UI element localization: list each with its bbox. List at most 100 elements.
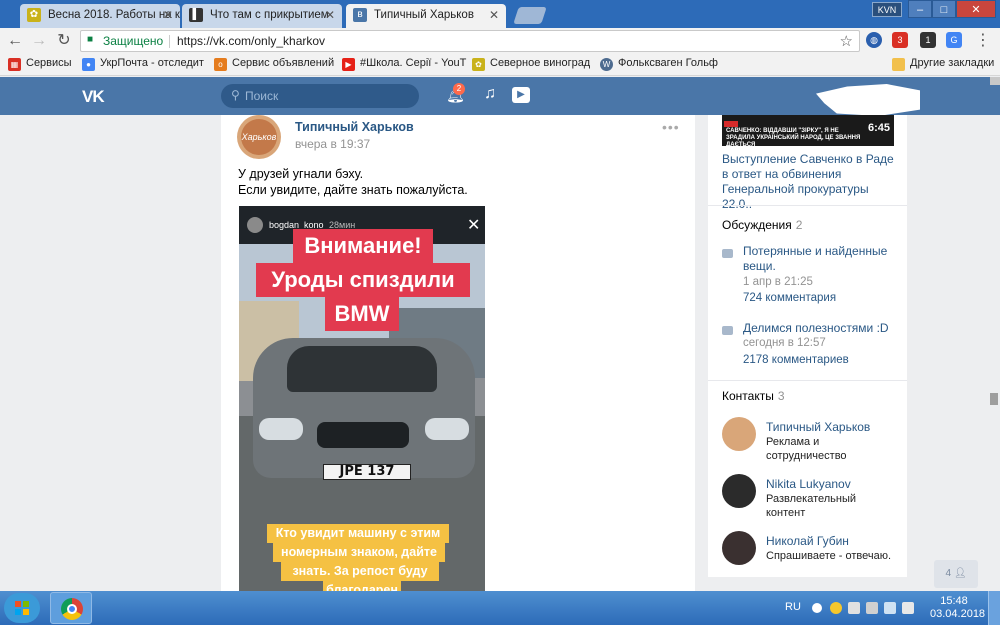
divider [708,380,907,381]
taskbar-chrome[interactable] [50,592,92,624]
avatar[interactable]: Харьков [237,115,281,159]
bookmarks-bar: ▦ Сервисы ● УкрПочта - отследит o Сервис об… [0,54,1000,76]
close-icon[interactable]: ✕ [325,4,335,26]
grape-icon: ✿ [472,58,485,71]
chrome-icon-center [67,604,77,614]
tray-network-icon[interactable] [884,602,896,614]
notification-badge: 2 [453,83,465,95]
live-tag [724,121,738,127]
profile-button[interactable]: KVN [872,2,902,17]
page-counter: 4 [945,568,952,579]
tray-arrow-icon[interactable] [812,603,822,613]
windows-logo-icon [15,609,21,615]
tray-volume-icon[interactable] [902,602,914,614]
discussion-comments[interactable]: 724 комментария [743,292,836,304]
search-icon: ● [82,58,95,71]
bookmark-star-icon[interactable]: ☆ [840,32,853,50]
extension-icon[interactable]: 1 [920,32,936,48]
music-icon[interactable]: ♫ [484,85,496,103]
section-label: Контакты [722,389,774,403]
bookmark-olx[interactable]: o Сервис объявлений [214,57,335,71]
video-thumbnail[interactable]: САВЧЕНКО: ВІДДАВШИ "ЗІРКУ", Я НЕ ЗРАДИЛА… [722,115,894,148]
bookmark-grape[interactable]: ✿ Северное виноград [472,57,590,71]
badge: 3 [897,35,903,45]
section-label: Обсуждения [722,218,792,232]
story-caption-yellow: номерным знаком, дайте [273,543,445,562]
windows-logo-icon [15,601,21,607]
post-author[interactable]: Типичный Харьков [295,120,414,134]
video-icon[interactable]: ▶ [512,87,530,103]
post-text-line: У друзей угнали бэху. [238,167,364,181]
bookmark-services[interactable]: ▦ Сервисы [8,57,72,71]
discussion-title[interactable]: Потерянные и найденные вещи. [743,244,893,274]
extension-icon[interactable]: 3 [892,32,908,48]
forward-icon[interactable]: → [30,32,48,50]
contact-desc: Развлекательный контент [766,493,857,519]
contact-name[interactable]: Nikita Lukyanov [766,477,851,491]
bookmark-label: Другие закладки [910,57,995,69]
bookmark-ukrposhta[interactable]: ● УкрПочта - отследит [82,57,204,71]
story-caption-yellow: благодарен [323,581,401,591]
scrollbar-up[interactable] [990,77,1000,85]
scrollbar-thumb[interactable] [990,393,998,405]
secure-label: Защищено [103,34,164,48]
tray-flag-icon[interactable] [848,602,860,614]
video-title[interactable]: Выступление Савченко в Раде в ответ на о… [722,152,898,212]
avatar[interactable] [722,474,756,508]
discussions-header[interactable]: Обсуждения 2 [722,218,802,232]
video-caption: САВЧЕНКО: ВІДДАВШИ "ЗІРКУ", Я НЕ ЗРАДИЛА… [726,128,861,148]
page-counter-button[interactable]: 4 👤︎ [934,560,978,588]
section-count: 3 [777,389,785,403]
contact-desc: Реклама и сотрудничество [766,436,847,462]
bookmark-label: Сервис объявлений [232,57,335,69]
avatar[interactable] [722,531,756,565]
new-tab-button[interactable] [513,7,547,24]
globe-extension-icon[interactable]: ◍ [866,32,882,48]
tab-prikrytie[interactable]: ▌ Что там с прикрытием ✕ [182,4,342,28]
bookmark-youtube[interactable]: ▶ #Школа. Серії - YouT [342,57,466,71]
search-input[interactable]: ⚲ Поиск [221,84,419,108]
story-caption-yellow: знать. За репост буду [281,562,439,581]
avatar[interactable] [722,417,756,451]
clock[interactable]: 15:48 03.04.2018 [930,595,985,621]
menu-icon[interactable]: ⋮ [974,32,992,50]
close-icon[interactable]: ✕ [489,4,499,26]
story-caption-red: Внимание! [293,229,433,263]
windows-logo-icon [23,609,29,615]
close-icon[interactable]: ✕ [163,4,173,26]
search-placeholder: Поиск [245,89,279,103]
vk-header: VK ⚲ Поиск 🔔︎ 2 ♫ ▶ [0,77,1000,116]
more-icon[interactable]: ••• [662,119,680,135]
language-indicator[interactable]: RU [785,601,801,613]
windows-logo-icon [23,601,29,607]
discussion-title[interactable]: Делимся полезностями :D [743,321,893,336]
tab-tipichny-kharkov[interactable]: в Типичный Харьков ✕ [346,4,506,28]
maximize-button[interactable]: □ [932,0,956,18]
contact-name[interactable]: Типичный Харьков [766,420,870,434]
bookmark-other[interactable]: Другие закладки [892,57,995,71]
discussion-comments[interactable]: 2178 комментариев [743,354,849,366]
tray-power-icon[interactable] [866,602,878,614]
url-text[interactable]: https://vk.com/only_kharkov [177,34,325,48]
post-image[interactable]: JPE 137 bogdan_kono 28мин ✕ Внимание! Ур… [239,206,485,591]
vk-logo[interactable]: VK [82,87,105,107]
bookmark-vw[interactable]: W Фольксваген Гольф [600,57,718,71]
reload-icon[interactable]: ↻ [55,32,73,50]
start-button[interactable] [4,593,40,623]
show-desktop-button[interactable] [988,591,1000,625]
tab-vesna[interactable]: ✿ Весна 2018. Работы на к ✕ [20,4,180,28]
back-icon[interactable]: ← [6,32,24,50]
apps-icon: ▦ [8,58,21,71]
minimize-button[interactable]: – [908,0,932,18]
address-bar[interactable]: ■ Защищено https://vk.com/only_kharkov ☆ [80,30,860,52]
close-icon: ✕ [467,217,481,234]
window-close-button[interactable]: ✕ [956,0,996,18]
contact-name[interactable]: Николай Губин [766,534,849,548]
avatar-logo: Харьков [241,119,277,155]
tray-app-icon[interactable] [830,602,842,614]
vw-icon: W [600,58,613,71]
post-time[interactable]: вчера в 19:37 [295,137,370,151]
chat-icon [722,249,733,258]
translate-icon[interactable]: G [946,32,962,48]
contacts-header[interactable]: Контакты 3 [722,389,785,403]
